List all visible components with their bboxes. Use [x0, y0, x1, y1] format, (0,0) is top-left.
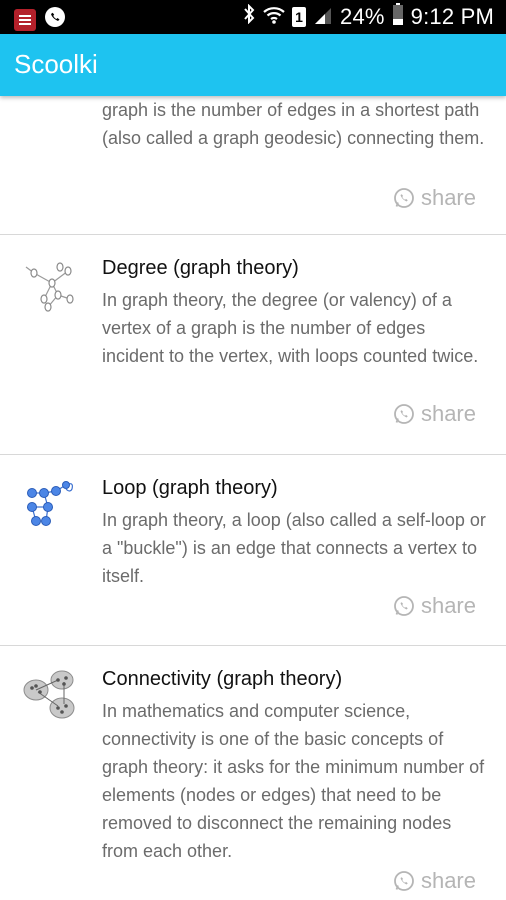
article-description: In graph theory, a loop (also called a s… [102, 510, 486, 586]
share-label: share [420, 868, 476, 893]
wifi-icon [263, 4, 285, 30]
share-label: share [420, 185, 476, 210]
share-button[interactable]: share [393, 593, 476, 619]
whatsapp-icon [393, 595, 415, 617]
article-title[interactable]: Loop (graph theory) [102, 477, 278, 500]
status-right: 1 24% 9:12 PM [242, 3, 494, 31]
article-card-connectivity[interactable]: Connectivity (graph theory) In mathemati… [0, 646, 506, 900]
article-title[interactable]: Degree (graph theory) [102, 257, 299, 280]
article-list[interactable]: graph is the number of edges in a shorte… [0, 96, 506, 900]
whatsapp-icon [393, 870, 415, 892]
battery-icon [392, 3, 404, 31]
signal-icon [313, 4, 333, 30]
whatsapp-icon [393, 187, 415, 209]
battery-percent: 24% [340, 4, 385, 29]
app-title: Scoolki [14, 49, 98, 79]
share-label: share [420, 593, 476, 618]
status-bar: 1 24% 9:12 PM [0, 0, 506, 34]
share-label: share [420, 401, 476, 426]
article-card-degree[interactable]: Degree (graph theory) In graph theory, t… [0, 235, 506, 455]
article-description: graph is the number of edges in a shorte… [102, 100, 485, 148]
article-title[interactable]: Connectivity (graph theory) [102, 668, 342, 691]
news-app-icon [14, 8, 36, 31]
whatsapp-status-icon [44, 6, 66, 33]
article-description: In mathematics and computer science, con… [102, 701, 485, 861]
loop-graph-thumbnail [22, 479, 80, 540]
article-card-loop[interactable]: Loop (graph theory) In graph theory, a l… [0, 455, 506, 646]
connectivity-graph-thumbnail [22, 668, 80, 729]
article-card[interactable]: graph is the number of edges in a shorte… [0, 96, 506, 235]
app-bar: Scoolki [0, 34, 506, 96]
article-description: In graph theory, the degree (or valency)… [102, 290, 479, 366]
degree-graph-thumbnail [22, 259, 80, 320]
clock: 9:12 PM [410, 4, 494, 29]
share-button[interactable]: share [393, 401, 476, 427]
status-left [14, 6, 66, 33]
share-button[interactable]: share [393, 868, 476, 894]
sim-icon: 1 [292, 7, 307, 27]
share-button[interactable]: share [393, 185, 476, 211]
whatsapp-icon [393, 403, 415, 425]
bluetooth-icon [242, 3, 256, 30]
